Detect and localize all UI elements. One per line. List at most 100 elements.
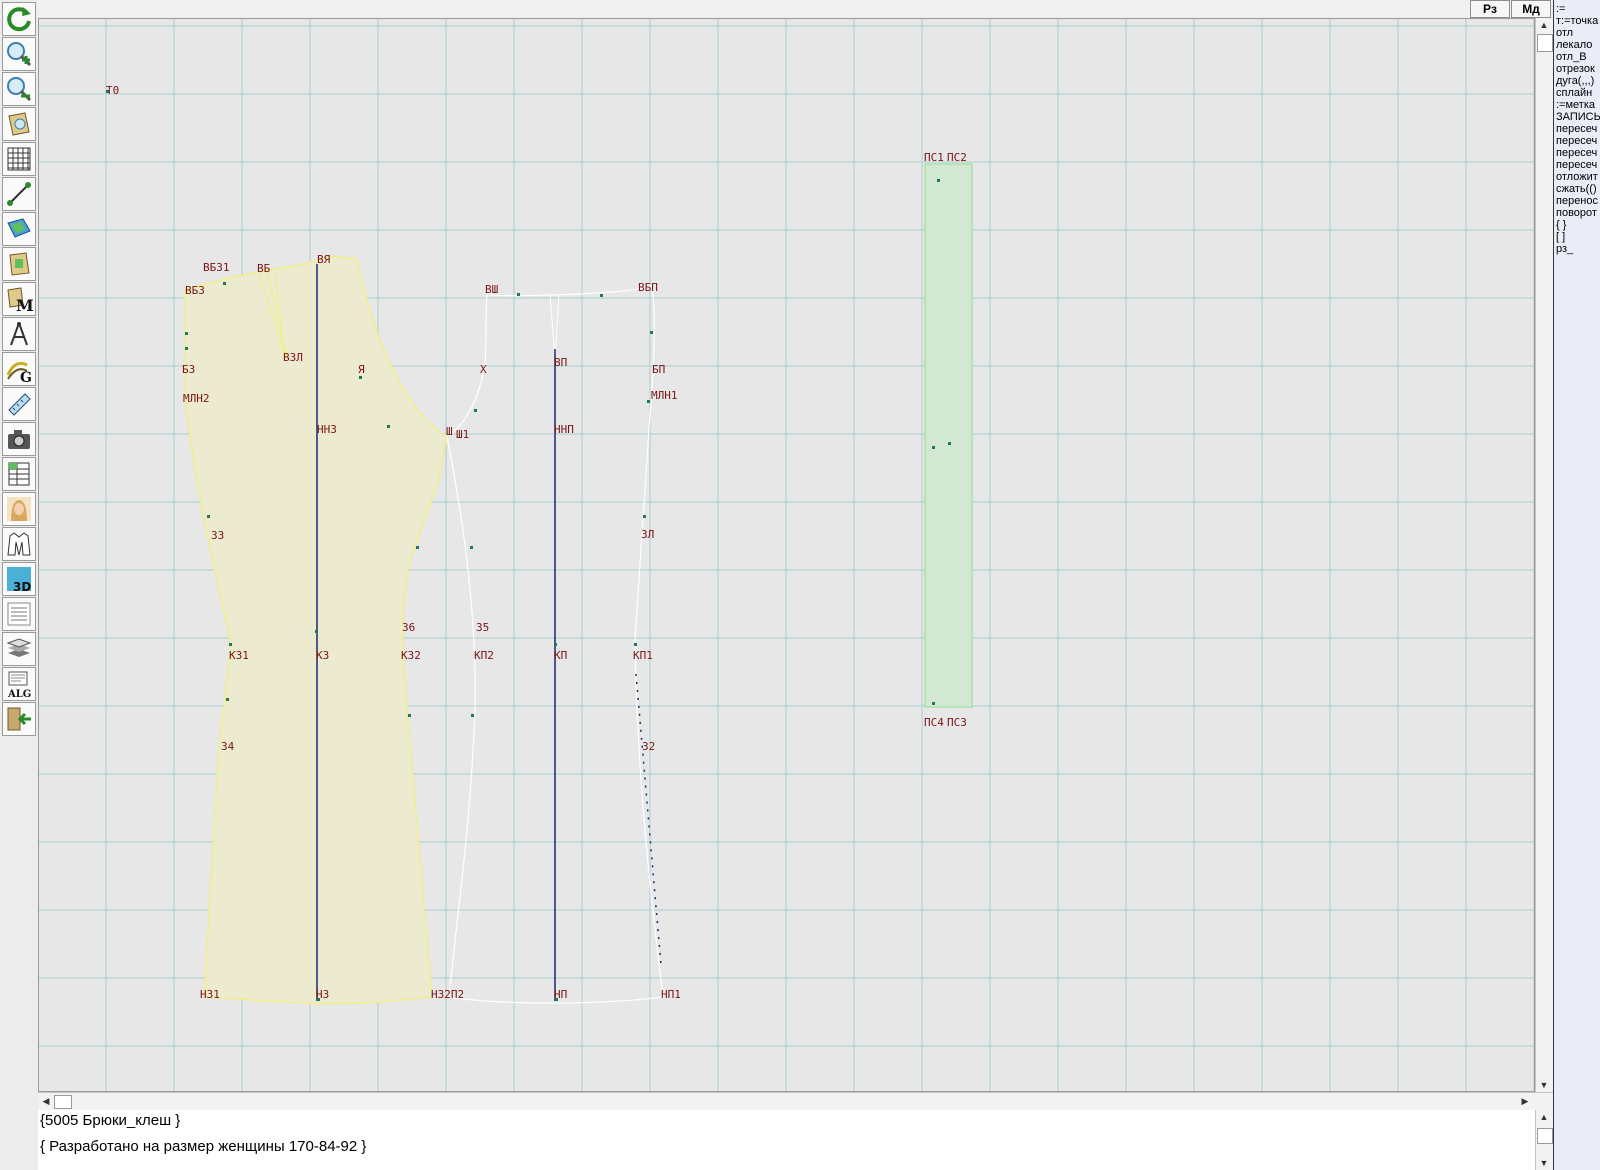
point-label: МЛН1 bbox=[651, 389, 678, 402]
point-label: К31 bbox=[229, 649, 249, 662]
command-item[interactable]: сжать(() bbox=[1556, 183, 1597, 195]
scroll-down-icon[interactable]: ▼ bbox=[1536, 1156, 1552, 1170]
layers-icon[interactable] bbox=[2, 632, 36, 666]
view-3d-icon[interactable]: 3D bbox=[2, 562, 36, 596]
point-label: ЗЛ bbox=[641, 528, 654, 541]
horizontal-scrollbar[interactable]: ◀ ▶ bbox=[38, 1092, 1553, 1110]
scroll-left-icon[interactable]: ◀ bbox=[38, 1094, 54, 1108]
point-label: ВЯ bbox=[317, 253, 331, 266]
measurements-icon[interactable]: M bbox=[2, 282, 36, 316]
scroll-thumb[interactable] bbox=[1537, 34, 1553, 52]
point-label: КП2 bbox=[474, 649, 494, 662]
pattern-view-icon[interactable] bbox=[2, 107, 36, 141]
scroll-up-icon[interactable]: ▲ bbox=[1536, 18, 1552, 32]
command-item[interactable]: отл_В bbox=[1556, 51, 1587, 63]
svg-text:3D: 3D bbox=[13, 580, 31, 593]
scroll-thumb[interactable] bbox=[1537, 1128, 1553, 1144]
command-item[interactable]: сплайн bbox=[1556, 87, 1592, 99]
algorithm-icon[interactable]: ALG bbox=[2, 667, 36, 701]
command-item[interactable]: рз_ bbox=[1556, 243, 1573, 255]
md-button[interactable]: Мд bbox=[1511, 0, 1551, 18]
command-item[interactable]: отл bbox=[1556, 27, 1573, 39]
point-label: Н3 bbox=[316, 988, 329, 1001]
compass-icon[interactable] bbox=[2, 317, 36, 351]
command-item[interactable]: пересеч bbox=[1556, 135, 1597, 147]
text-scrollbar[interactable]: ▲ ▼ bbox=[1535, 1110, 1553, 1170]
command-item[interactable]: поворот bbox=[1556, 207, 1597, 219]
point-label: Я bbox=[358, 363, 365, 376]
point-label: ВШ bbox=[485, 283, 499, 296]
line-tool-icon[interactable] bbox=[2, 177, 36, 211]
scroll-right-icon[interactable]: ▶ bbox=[1517, 1094, 1533, 1108]
top-bar: Рз Мд bbox=[38, 0, 1552, 18]
point-label: НП bbox=[554, 988, 567, 1001]
vertical-scrollbar[interactable]: ▲ ▼ bbox=[1535, 18, 1553, 1092]
point-label: ПС4 bbox=[924, 716, 944, 729]
pattern-piece-icon[interactable] bbox=[2, 247, 36, 281]
point-label: МЛН2 bbox=[183, 392, 210, 405]
exit-icon[interactable] bbox=[2, 702, 36, 736]
woman-portrait-icon[interactable] bbox=[2, 492, 36, 526]
drawing-canvas[interactable]: Т0 ВБ31 ВБ3 Б3 МЛН2 В3Л Я НН3 ВБ ВЯ Ш Ш1… bbox=[38, 18, 1535, 1092]
command-item[interactable]: { } bbox=[1556, 219, 1566, 231]
point-label: В3Л bbox=[283, 351, 303, 364]
point-label: КП1 bbox=[633, 649, 653, 662]
point-label: Н31 bbox=[200, 988, 220, 1001]
command-list-panel: := т:=точка отл лекало отл_В отрезок дуг… bbox=[1553, 0, 1600, 1170]
curve-tool-icon[interactable]: G bbox=[2, 352, 36, 386]
command-item[interactable]: дуга(,,,) bbox=[1556, 75, 1594, 87]
document-list-icon[interactable] bbox=[2, 597, 36, 631]
command-item[interactable]: отрезок bbox=[1556, 63, 1595, 75]
command-item[interactable]: т:=точка bbox=[1556, 15, 1598, 27]
table-icon[interactable] bbox=[2, 457, 36, 491]
point-label: З2 bbox=[642, 740, 655, 753]
point-label: ПС1 bbox=[924, 151, 944, 164]
svg-text:M: M bbox=[16, 296, 33, 313]
zoom-in-icon[interactable] bbox=[2, 37, 36, 71]
point-label: ПС3 bbox=[947, 716, 967, 729]
ruler-icon[interactable] bbox=[2, 387, 36, 421]
point-label: Т0 bbox=[106, 84, 119, 97]
command-item[interactable]: :=метка bbox=[1556, 99, 1595, 111]
waistband-piece[interactable] bbox=[924, 163, 973, 708]
map-icon[interactable] bbox=[2, 212, 36, 246]
point-label: Х bbox=[480, 363, 487, 376]
camera-icon[interactable] bbox=[2, 422, 36, 456]
garment-icon[interactable] bbox=[2, 527, 36, 561]
point-label: Б3 bbox=[182, 363, 195, 376]
command-item[interactable]: перенос bbox=[1556, 195, 1598, 207]
scroll-up-icon[interactable]: ▲ bbox=[1536, 1110, 1552, 1124]
point-label: ВБ31 bbox=[203, 261, 230, 274]
point-label: ННП bbox=[554, 423, 574, 436]
point-label: К3 bbox=[316, 649, 329, 662]
point-label: З6 bbox=[402, 621, 415, 634]
point-label: З4 bbox=[221, 740, 235, 753]
command-item[interactable]: := bbox=[1556, 3, 1565, 15]
command-item[interactable]: [ ] bbox=[1556, 231, 1565, 243]
refresh-icon[interactable] bbox=[2, 2, 36, 36]
point-label: ВП bbox=[554, 356, 567, 369]
point-label: НН3 bbox=[317, 423, 337, 436]
point-label: К32 bbox=[401, 649, 421, 662]
point-label: З3 bbox=[211, 529, 224, 542]
scroll-thumb[interactable] bbox=[54, 1095, 72, 1109]
scroll-down-icon[interactable]: ▼ bbox=[1536, 1078, 1552, 1092]
command-item[interactable]: пересеч bbox=[1556, 159, 1597, 171]
point-label: БП bbox=[652, 363, 665, 376]
rz-button[interactable]: Рз bbox=[1470, 0, 1510, 18]
command-item[interactable]: пересеч bbox=[1556, 147, 1597, 159]
command-item[interactable]: ЗАПИСЬ bbox=[1556, 111, 1600, 123]
svg-text:ALG: ALG bbox=[7, 689, 31, 698]
point-label: ВБП bbox=[638, 281, 658, 294]
grid-icon[interactable] bbox=[2, 142, 36, 176]
point-label: ВБ3 bbox=[185, 284, 205, 297]
command-item[interactable]: лекало bbox=[1556, 39, 1592, 51]
point-label: Ш1 bbox=[456, 428, 469, 441]
command-item[interactable]: отложит bbox=[1556, 171, 1598, 183]
text-line: { Разработано на размер женщины 170-84-9… bbox=[40, 1138, 367, 1155]
zoom-out-icon[interactable] bbox=[2, 72, 36, 106]
svg-text:G: G bbox=[20, 370, 32, 383]
point-label: НП1 bbox=[661, 988, 681, 1001]
algorithm-text-area[interactable]: {5005 Брюки_клеш } { Разработано на разм… bbox=[38, 1110, 1553, 1170]
command-item[interactable]: пересеч bbox=[1556, 123, 1597, 135]
